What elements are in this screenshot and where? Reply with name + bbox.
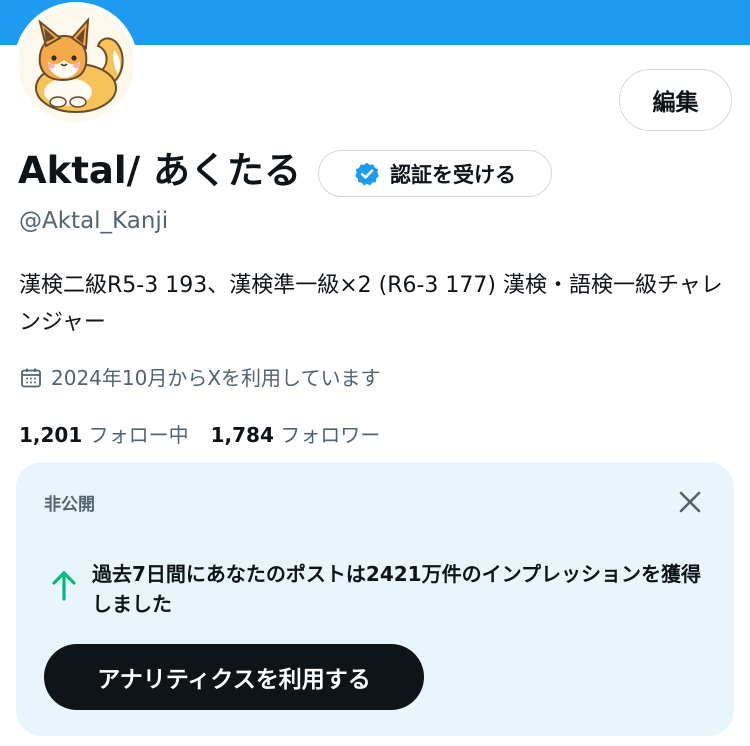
following-label: フォロー中 <box>88 423 189 447</box>
profile-avatar[interactable] <box>14 2 138 126</box>
arrow-up-icon <box>52 571 76 601</box>
following-count: 1,201 <box>19 423 83 447</box>
follow-stats: 1,201 フォロー中 1,784 フォロワー <box>19 420 380 450</box>
private-label: 非公開 <box>44 495 95 515</box>
followers-link[interactable]: 1,784 フォロワー <box>211 420 381 450</box>
following-link[interactable]: 1,201 フォロー中 <box>19 420 189 450</box>
verified-badge-icon <box>355 162 379 185</box>
profile-bio: 漢検二級R5-3 193、漢検準一級×2 (R6-3 177) 漢検・語検一級チ… <box>19 273 723 335</box>
display-name: Aktal/ あくたる <box>18 149 301 192</box>
impressions-message: 過去7日間にあなたのポストは2421万件のインプレッションを獲得しました <box>92 562 701 616</box>
join-date-text: 2024年10月からXを利用しています <box>51 366 381 390</box>
calendar-icon <box>21 368 41 388</box>
user-handle: @Aktal_Kanji <box>19 208 169 234</box>
followers-label: フォロワー <box>280 423 381 447</box>
followers-count: 1,784 <box>210 423 274 447</box>
close-icon[interactable] <box>674 486 706 518</box>
join-date: 2024年10月からXを利用しています <box>19 363 380 393</box>
edit-profile-button[interactable]: 編集 <box>619 69 732 131</box>
get-verified-label: 認証を受ける <box>390 162 516 187</box>
impressions-insight-card: 非公開 過去7日間にあなたのポストは2421万件のインプレッションを獲得しました… <box>16 462 734 736</box>
analytics-button[interactable]: アナリティクスを利用する <box>44 644 424 710</box>
get-verified-button[interactable]: 認証を受ける <box>318 150 552 197</box>
fox-avatar-icon <box>18 6 134 122</box>
